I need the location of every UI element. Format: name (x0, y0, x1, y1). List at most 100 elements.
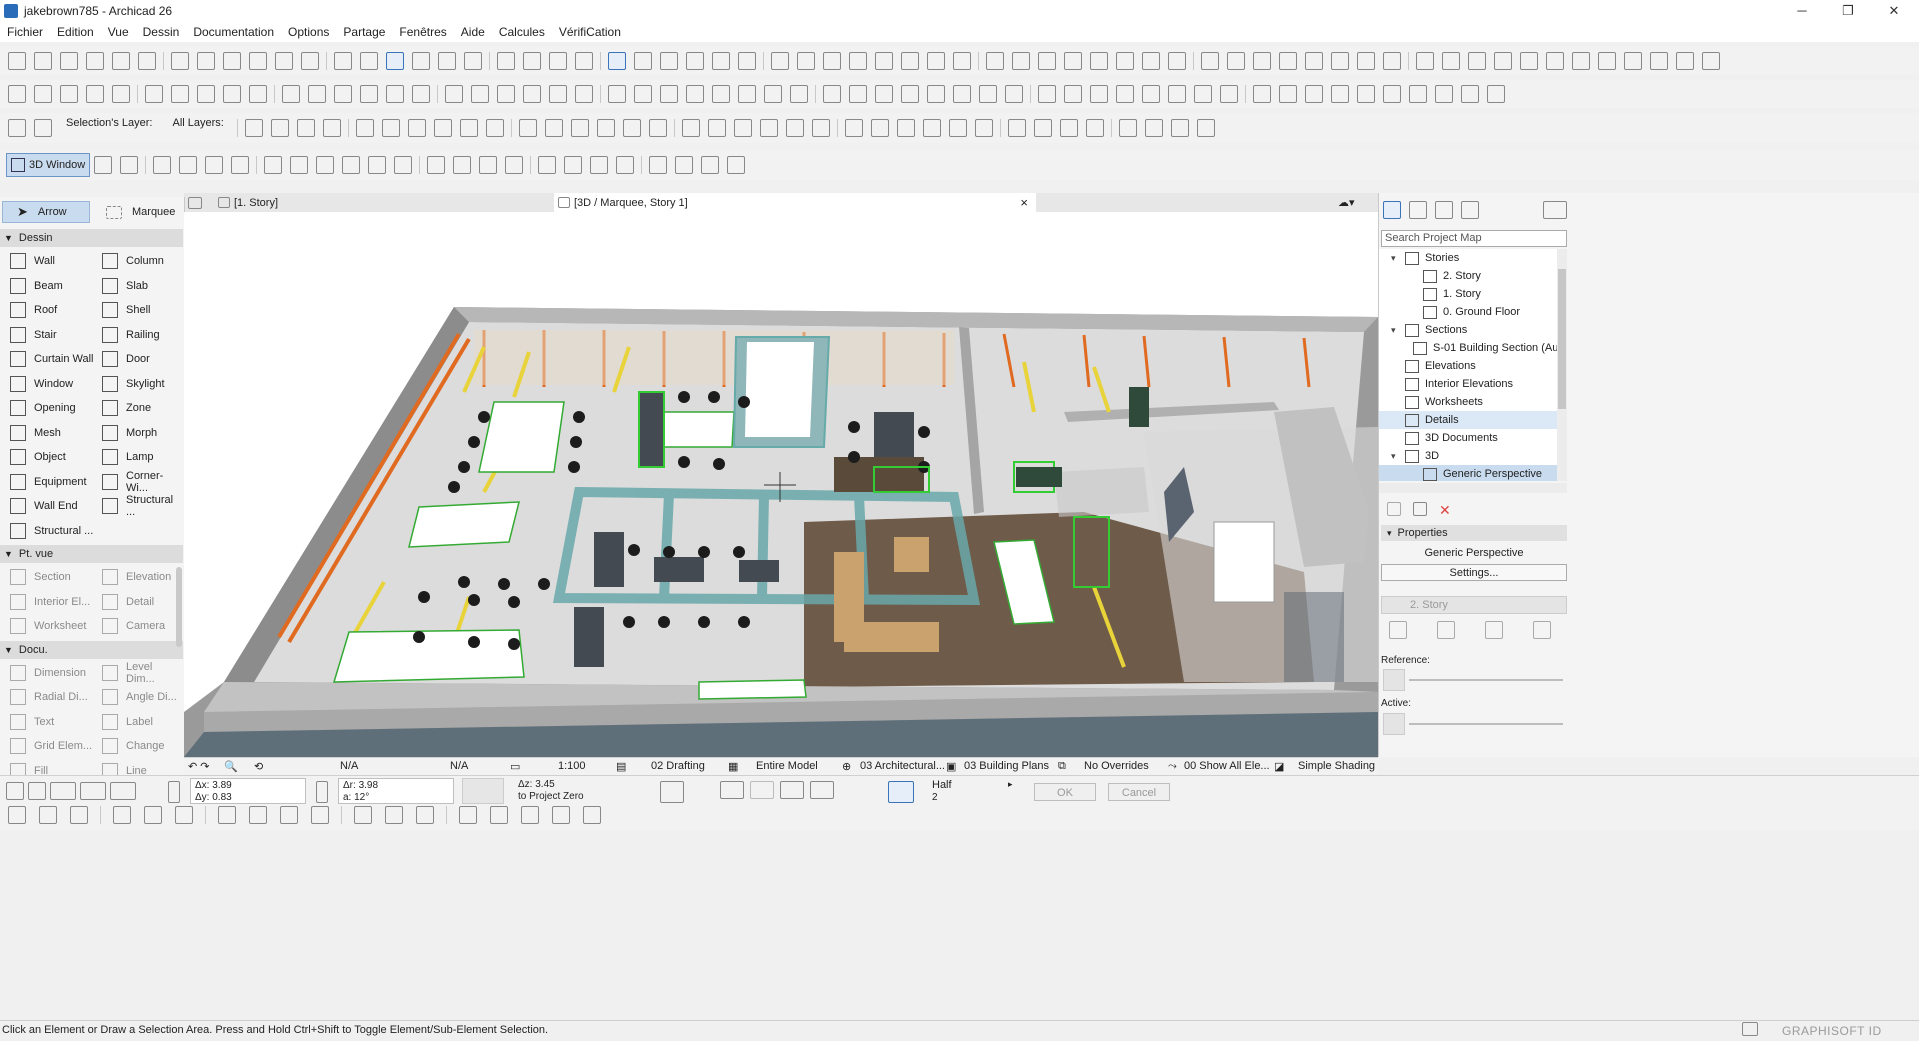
snap-tool-icon[interactable] (385, 806, 403, 824)
toolbar3-tool-icon[interactable] (459, 119, 478, 137)
angle-value[interactable]: N/A (450, 760, 468, 772)
project-map-search[interactable]: Search Project Map (1381, 230, 1567, 247)
tool-roof[interactable]: Roof (0, 298, 57, 322)
toolbar1-tool-icon[interactable] (1331, 52, 1349, 70)
view-options-dropdown[interactable]: ☁▾ (1334, 193, 1378, 212)
toolbar1-tool-icon[interactable] (1702, 52, 1720, 70)
toolbar4-tool-icon[interactable] (342, 156, 361, 174)
snap-tool-icon[interactable] (521, 806, 539, 824)
snap-tool-icon[interactable] (8, 806, 26, 824)
project-map-item[interactable]: Generic Perspective (1379, 465, 1557, 481)
tool-interior-el[interactable]: Interior El... (0, 590, 90, 614)
project-map-item[interactable]: 2. Story (1379, 267, 1557, 285)
toolbar2-tool-icon[interactable] (249, 85, 267, 103)
toolbar1-tool-icon[interactable] (953, 52, 971, 70)
gravity-icon[interactable] (810, 781, 834, 799)
toolbar3-tool-icon[interactable] (1007, 119, 1026, 137)
project-map-hscrollbar[interactable] (1379, 483, 1567, 493)
toolbar3-tool-icon[interactable] (244, 119, 263, 137)
toolbar2-tool-icon[interactable] (608, 85, 626, 103)
toolbar2-tool-icon[interactable] (334, 85, 352, 103)
toolbar4-tool-icon[interactable] (94, 156, 113, 174)
view-map-icon[interactable] (1409, 201, 1427, 219)
3d-window-button[interactable]: 3D Window (6, 153, 91, 177)
toolbar2-tool-icon[interactable] (764, 85, 782, 103)
expand-toggle-icon[interactable]: ▾ (1391, 451, 1401, 462)
tool-window[interactable]: Window (0, 372, 73, 396)
toolbar2-tool-icon[interactable] (86, 85, 104, 103)
toolbar4-tool-icon[interactable] (727, 156, 746, 174)
toolbar2-tool-icon[interactable] (412, 85, 430, 103)
toolbar2-tool-icon[interactable] (927, 85, 945, 103)
toolbar1-tool-icon[interactable] (1038, 52, 1056, 70)
renovation-filter-dropdown[interactable]: 00 Show All Ele... (1184, 760, 1270, 772)
toolbar4-tool-icon[interactable] (179, 156, 198, 174)
toolbox-section-docu[interactable]: ▼ Docu. (0, 640, 183, 659)
tool-beam[interactable]: Beam (0, 274, 63, 298)
toolbar2-tool-icon[interactable] (634, 85, 652, 103)
toolbar2-tool-icon[interactable] (1383, 85, 1401, 103)
publisher-sets-icon[interactable] (1461, 201, 1479, 219)
toolbar1-tool-icon[interactable] (249, 52, 267, 70)
toolbar3-tool-icon[interactable] (622, 119, 641, 137)
project-map-item[interactable]: ▾ 3D (1379, 447, 1557, 465)
toolbar4-tool-icon[interactable] (205, 156, 224, 174)
toolbar1-tool-icon[interactable] (497, 52, 515, 70)
tab-3d-marquee[interactable]: [3D / Marquee, Story 1] × (554, 193, 1036, 212)
graphic-overrides-dropdown[interactable]: No Overrides (1084, 760, 1149, 772)
toolbar1-tool-icon[interactable] (8, 52, 26, 70)
toolbar3-tool-icon[interactable] (922, 119, 941, 137)
scale-dropdown[interactable]: 1:100 (558, 760, 586, 772)
toolbar3-tool-icon[interactable] (1059, 119, 1078, 137)
menu-documentation[interactable]: Documentation (186, 22, 281, 42)
toolbar3-tool-icon[interactable] (322, 119, 341, 137)
toolbar3-tool-icon[interactable] (1170, 119, 1189, 137)
tool-text[interactable]: Text (0, 710, 54, 734)
toolbar3-tool-icon[interactable] (433, 119, 452, 137)
toolbar1-tool-icon[interactable] (875, 52, 893, 70)
tool-lamp[interactable]: Lamp (92, 445, 154, 469)
reference-opacity-slider[interactable] (1409, 679, 1563, 681)
toolbar2-tool-icon[interactable] (1305, 85, 1323, 103)
toolbar2-tool-icon[interactable] (1409, 85, 1427, 103)
toolbar2-tool-icon[interactable] (849, 85, 867, 103)
layer-settings-icon[interactable] (8, 119, 26, 137)
tool-worksheet[interactable]: Worksheet (0, 614, 86, 638)
snap-tool-icon[interactable] (144, 806, 162, 824)
guideline-icon[interactable] (750, 781, 774, 799)
toolbar1-tool-icon[interactable] (575, 52, 593, 70)
tool-opening[interactable]: Opening (0, 396, 76, 420)
graphisoft-id-label[interactable]: GRAPHISOFT ID (1782, 1024, 1882, 1038)
toolbar2-tool-icon[interactable] (1142, 85, 1160, 103)
toolbar1-tool-icon[interactable] (823, 52, 841, 70)
tool-shell[interactable]: Shell (92, 298, 150, 322)
toolbar1-tool-icon[interactable] (223, 52, 241, 70)
3d-model-render[interactable] (184, 212, 1378, 757)
trace-icon[interactable] (1389, 621, 1407, 639)
toolbar2-tool-icon[interactable] (223, 85, 241, 103)
tool-label[interactable]: Label (92, 710, 153, 734)
toolbar2-tool-icon[interactable] (790, 85, 808, 103)
toolbar4-tool-icon[interactable] (616, 156, 635, 174)
close-tab-icon[interactable]: × (1020, 195, 1028, 210)
toolbar3-tool-icon[interactable] (296, 119, 315, 137)
toolbar1-tool-icon[interactable] (849, 52, 867, 70)
toolbar1-tool-icon[interactable] (1676, 52, 1694, 70)
layout-book-icon[interactable] (1435, 201, 1453, 219)
toolbar1-tool-icon[interactable] (523, 52, 541, 70)
toolbar1-tool-icon[interactable] (1064, 52, 1082, 70)
toolbar2-tool-icon[interactable] (145, 85, 163, 103)
toolbar1-tool-icon[interactable] (797, 52, 815, 70)
tool-door[interactable]: Door (92, 347, 150, 371)
tool-equipment[interactable]: Equipment (0, 470, 87, 494)
toolbar3-tool-icon[interactable] (407, 119, 426, 137)
toolbar3-tool-icon[interactable] (948, 119, 967, 137)
snap-tool-icon[interactable] (459, 806, 477, 824)
toolbar1-tool-icon[interactable] (438, 52, 456, 70)
toolbar1-tool-icon[interactable] (1520, 52, 1538, 70)
delta-xy-box[interactable]: Δx: 3.89 Δy: 0.83 (190, 778, 306, 804)
polygon-mode-icon[interactable] (80, 782, 106, 800)
snap-tool-icon[interactable] (552, 806, 570, 824)
toolbar1-tool-icon[interactable] (197, 52, 215, 70)
toolbar3-tool-icon[interactable] (1144, 119, 1163, 137)
